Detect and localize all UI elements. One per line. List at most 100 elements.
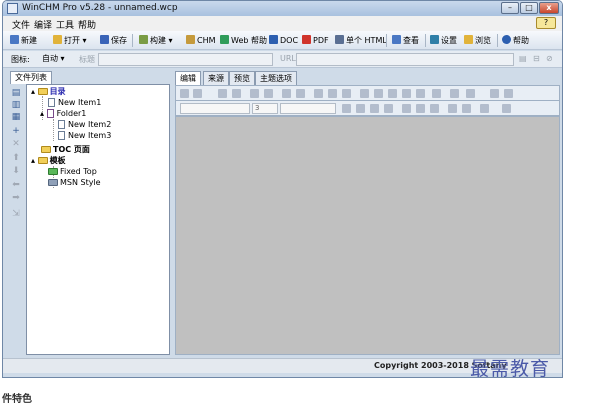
align-center-icon[interactable]	[416, 104, 425, 113]
toolbar-separator	[497, 34, 498, 47]
font-color-icon[interactable]	[480, 104, 489, 113]
menu-bar: 文件 编译 工具 帮助 ?	[3, 16, 562, 31]
url-browse-icon[interactable]: ▤	[519, 54, 527, 63]
page-icon	[58, 120, 65, 129]
tree-node-folder1[interactable]: ▴ Folder1	[40, 109, 86, 119]
url-edit-icon[interactable]: ⊟	[533, 54, 540, 63]
maximize-button[interactable]: □	[520, 2, 538, 14]
hyperlink-icon[interactable]	[490, 89, 499, 98]
cut-icon[interactable]	[314, 89, 323, 98]
add-page-icon[interactable]: ▤	[11, 89, 21, 98]
tab-file-list[interactable]: 文件列表	[10, 71, 52, 84]
redo-icon[interactable]	[296, 89, 305, 98]
build-button[interactable]: 构建 ▾	[139, 34, 173, 47]
move-left-icon[interactable]: ⬅	[11, 181, 21, 190]
show-marks-icon[interactable]	[264, 89, 273, 98]
tree-node-toc-pages[interactable]: TOC 页面	[41, 145, 90, 155]
add-child-icon[interactable]: ▦	[11, 113, 21, 122]
size-combo[interactable]: 3	[252, 103, 278, 114]
numbered-list-icon[interactable]	[448, 104, 457, 113]
symbol-icon[interactable]	[432, 89, 441, 98]
list-style-icon[interactable]	[466, 89, 475, 98]
menu-compile[interactable]: 编译	[34, 18, 52, 31]
browse-icon	[464, 35, 473, 44]
icon-label: 图标:	[11, 55, 30, 64]
paste-icon[interactable]	[342, 89, 351, 98]
eraser-icon[interactable]	[342, 104, 351, 113]
italic-icon[interactable]	[370, 104, 379, 113]
tree-node-item3[interactable]: New Item3	[58, 131, 111, 141]
find-icon[interactable]	[232, 89, 241, 98]
tree-node-fixed-top[interactable]: Fixed Top	[48, 167, 97, 177]
form-icon[interactable]	[450, 89, 459, 98]
url-clear-icon[interactable]: ⊘	[546, 54, 553, 63]
single-html-button[interactable]: 单个 HTML	[335, 34, 387, 47]
image-icon[interactable]	[193, 89, 202, 98]
font-combo[interactable]	[180, 103, 250, 114]
underline-icon[interactable]	[384, 104, 393, 113]
new-button[interactable]: 新建	[10, 34, 37, 47]
help-button[interactable]: 帮助	[502, 34, 529, 47]
save-button[interactable]: 保存	[100, 34, 127, 47]
menu-help[interactable]: 帮助	[78, 18, 96, 31]
help-corner-icon[interactable]: ?	[536, 17, 556, 29]
tree-node-msn-style[interactable]: MSN Style	[48, 178, 101, 188]
url-label: URL	[280, 54, 296, 63]
file-list-pane: 文件列表 ▤ ▥ ▦ + ✕ ⬆ ⬇ ⬅ ➡ ⇲ ▴ 目录 New Item1 …	[8, 71, 170, 355]
web-help-button[interactable]: Web 帮助	[220, 34, 267, 47]
copy-icon[interactable]	[328, 89, 337, 98]
move-up-icon[interactable]: ⬆	[11, 154, 21, 163]
undo-icon[interactable]	[282, 89, 291, 98]
pdf-button[interactable]: PDF	[302, 34, 329, 47]
highlight-color-icon[interactable]	[502, 104, 511, 113]
align-right-icon[interactable]	[430, 104, 439, 113]
minimize-button[interactable]: –	[501, 2, 519, 14]
insert-image-icon[interactable]	[374, 89, 383, 98]
tree-node-item2[interactable]: New Item2	[58, 120, 111, 130]
url-input[interactable]	[296, 53, 514, 66]
move-right-icon[interactable]: ➡	[11, 194, 21, 203]
sort-icon[interactable]: ⇲	[11, 210, 21, 219]
hr-icon[interactable]	[402, 89, 411, 98]
open-button[interactable]: 打开 ▾	[53, 34, 87, 47]
tree-node-templates[interactable]: ▴ 模板	[31, 156, 66, 166]
delete-icon[interactable]: ✕	[11, 140, 21, 149]
settings-button[interactable]: 设置	[430, 34, 457, 47]
view-button[interactable]: 查看	[392, 34, 419, 47]
add-folder-icon[interactable]: ▥	[11, 101, 21, 110]
close-button[interactable]: x	[539, 2, 559, 14]
title-input[interactable]	[98, 53, 273, 66]
tree-node-toc-root[interactable]: ▴ 目录	[31, 87, 66, 97]
br-icon[interactable]	[416, 89, 425, 98]
align-left-icon[interactable]	[402, 104, 411, 113]
doc-button[interactable]: DOC	[269, 34, 298, 47]
tree-node-item1[interactable]: New Item1	[48, 98, 101, 108]
editor-pane: 编辑 来源 预览 主题选项 3	[173, 71, 560, 355]
move-down-icon[interactable]: ⬇	[11, 167, 21, 176]
bullet-list-icon[interactable]	[462, 104, 471, 113]
save-icon[interactable]	[180, 89, 189, 98]
browse-button[interactable]: 浏览	[464, 34, 491, 47]
tab-source[interactable]: 来源	[203, 71, 229, 85]
paragraph-icon[interactable]	[250, 89, 259, 98]
tree-guide	[53, 119, 54, 141]
bold-icon[interactable]	[356, 104, 365, 113]
add-item-icon[interactable]: +	[11, 127, 21, 136]
properties-bar: 图标: 自动 ▾ 标题 URL ▤ ⊟ ⊘	[3, 51, 562, 68]
tab-topic-options[interactable]: 主题选项	[255, 71, 297, 85]
tab-edit[interactable]: 编辑	[175, 71, 201, 86]
unlink-icon[interactable]	[504, 89, 513, 98]
icon-select[interactable]: 自动 ▾	[39, 53, 75, 66]
watermark-text: 最需教育	[470, 358, 551, 380]
menu-tools[interactable]: 工具	[56, 18, 74, 31]
spellcheck-icon[interactable]	[218, 89, 227, 98]
filter-icon[interactable]	[388, 89, 397, 98]
title-bar[interactable]: WinCHM Pro v5.28 - unnamed.wcp – □ x	[3, 1, 562, 16]
chm-button[interactable]: CHM	[186, 34, 216, 47]
editor-canvas[interactable]	[175, 116, 560, 355]
folder-icon	[37, 157, 48, 164]
style-combo[interactable]	[280, 103, 336, 114]
menu-file[interactable]: 文件	[12, 18, 30, 31]
table-icon[interactable]	[360, 89, 369, 98]
tab-preview[interactable]: 预览	[229, 71, 255, 85]
